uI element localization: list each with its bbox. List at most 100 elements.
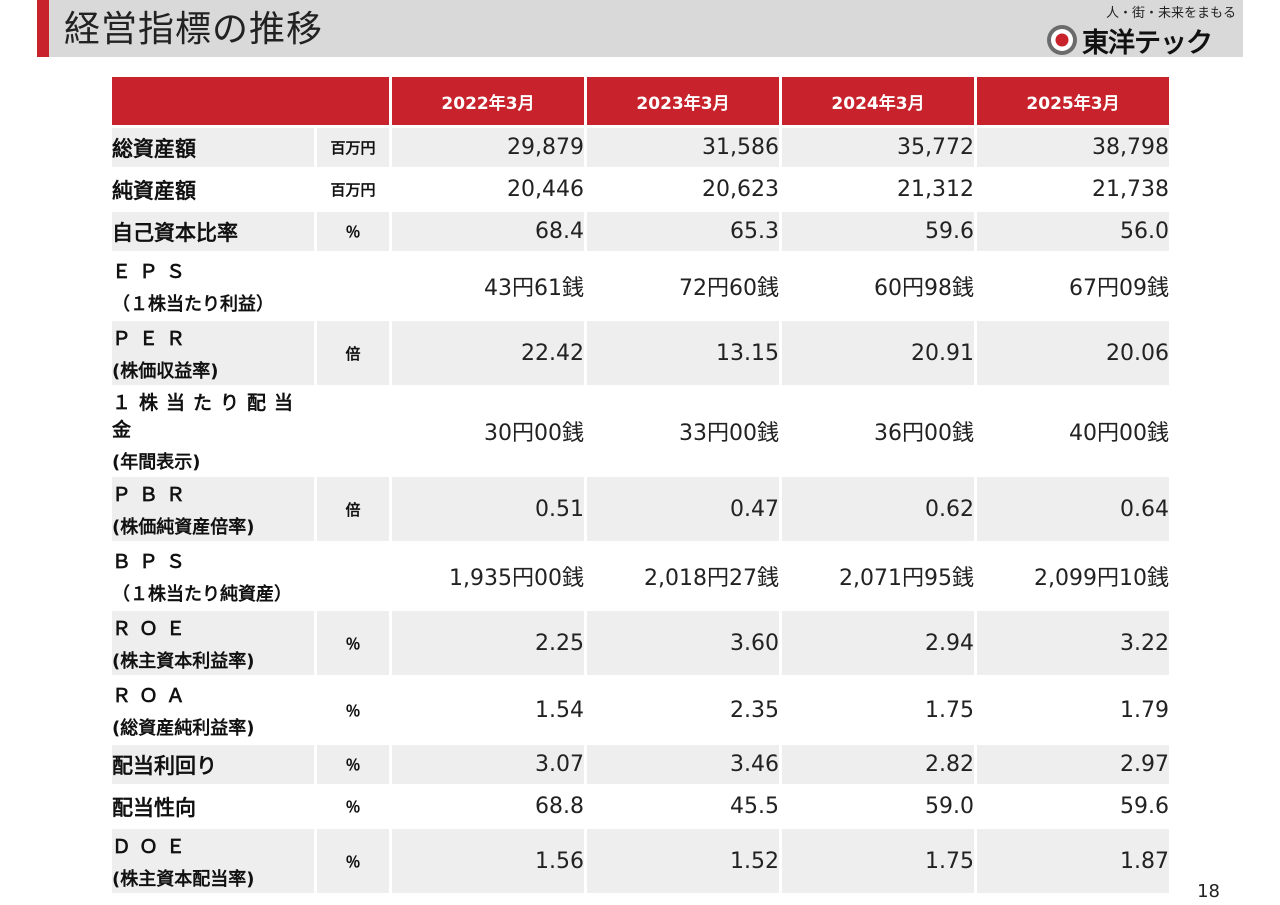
metric-name: １株当たり配当金 (年間表示) — [112, 388, 314, 474]
metric-name-main: ＤＯＥ — [112, 835, 194, 858]
metric-name-main: 純資産額 — [112, 178, 196, 203]
metric-value: 30円00銭 — [392, 388, 584, 474]
metric-name-sub: (株主資本利益率) — [112, 650, 255, 672]
metric-value: 36円00銭 — [782, 388, 974, 474]
metric-name-main: 配当性向 — [112, 795, 196, 820]
metric-value: 2,018円27銭 — [587, 544, 779, 608]
header-year: 2023年3月 — [587, 77, 779, 125]
metric-value: 1.75 — [782, 678, 974, 742]
metric-name: 自己資本比率 — [112, 212, 314, 251]
metric-value: 72円60銭 — [587, 254, 779, 318]
metric-value: 1,935円00銭 — [392, 544, 584, 608]
metric-value: 38,798 — [977, 128, 1169, 167]
metric-value: 56.0 — [977, 212, 1169, 251]
metric-name-main: １株当たり配当金 — [112, 392, 302, 441]
table-row: 配当性向 ％ 68.8 45.5 59.0 59.6 — [112, 787, 1169, 826]
metric-value: 20.91 — [782, 321, 974, 385]
header-blank-cell — [112, 77, 389, 125]
page-title: 経営指標の推移 — [64, 9, 324, 50]
metric-value: 2.97 — [977, 745, 1169, 784]
metric-name: 配当性向 — [112, 787, 314, 826]
table-row: ＤＯＥ (株主資本配当率) ％ 1.56 1.52 1.75 1.87 — [112, 829, 1169, 893]
metric-name-main: ＰＢＲ — [112, 483, 194, 506]
metric-value: 20,446 — [392, 170, 584, 209]
metric-unit: ％ — [317, 829, 389, 893]
metric-name-sub: （１株当たり純資産） — [112, 583, 292, 605]
metric-value: 59.6 — [782, 212, 974, 251]
metric-unit: 倍 — [317, 321, 389, 385]
metric-unit: ％ — [317, 745, 389, 784]
metric-value: 2.25 — [392, 611, 584, 675]
metric-name-main: ＢＰＳ — [112, 550, 194, 573]
metric-value: 40円00銭 — [977, 388, 1169, 474]
metric-name-main: 配当利回り — [112, 753, 217, 778]
metric-value: 2,071円95銭 — [782, 544, 974, 608]
metric-unit — [317, 388, 389, 474]
metric-name: ＤＯＥ (株主資本配当率) — [112, 829, 314, 893]
kpi-table: 2022年3月 2023年3月 2024年3月 2025年3月 総資産額 百万円 2… — [109, 74, 1172, 896]
metric-value: 1.56 — [392, 829, 584, 893]
metric-name: ＰＢＲ (株価純資産倍率) — [112, 477, 314, 541]
metric-name-sub: (株価純資産倍率) — [112, 516, 255, 538]
metric-value: 43円61銭 — [392, 254, 584, 318]
table-row: 純資産額 百万円 20,446 20,623 21,312 21,738 — [112, 170, 1169, 209]
metric-unit — [317, 254, 389, 318]
metric-name: ＲＯＥ (株主資本利益率) — [112, 611, 314, 675]
metric-value: 1.87 — [977, 829, 1169, 893]
metric-unit: 百万円 — [317, 170, 389, 209]
metric-value: 59.6 — [977, 787, 1169, 826]
metric-value: 2.82 — [782, 745, 974, 784]
metric-name: 配当利回り — [112, 745, 314, 784]
metric-value: 68.4 — [392, 212, 584, 251]
metric-value: 20,623 — [587, 170, 779, 209]
metric-unit: ％ — [317, 611, 389, 675]
company-name: 東洋テック — [1082, 28, 1213, 59]
metric-unit: ％ — [317, 787, 389, 826]
metric-value: 20.06 — [977, 321, 1169, 385]
metric-name-sub: (株主資本配当率) — [112, 868, 255, 890]
metric-name-main: ＥＰＳ — [112, 260, 194, 283]
table-row: ＲＯＡ (総資産純利益率) ％ 1.54 2.35 1.75 1.79 — [112, 678, 1169, 742]
table-row: ＢＰＳ （１株当たり純資産） 1,935円00銭 2,018円27銭 2,071円95銭… — [112, 544, 1169, 608]
metric-value: 1.75 — [782, 829, 974, 893]
metric-name-sub: (総資産純利益率) — [112, 717, 255, 739]
metric-value: 3.22 — [977, 611, 1169, 675]
metric-value: 2,099円10銭 — [977, 544, 1169, 608]
metric-value: 22.42 — [392, 321, 584, 385]
metric-value: 33円00銭 — [587, 388, 779, 474]
metric-value: 45.5 — [587, 787, 779, 826]
metric-name: ＥＰＳ （１株当たり利益） — [112, 254, 314, 318]
metric-value: 3.07 — [392, 745, 584, 784]
metric-name: ＰＥＲ (株価収益率) — [112, 321, 314, 385]
metric-value: 1.54 — [392, 678, 584, 742]
metric-value: 2.94 — [782, 611, 974, 675]
metric-name-main: ＲＯＥ — [112, 617, 194, 640]
metric-value: 60円98銭 — [782, 254, 974, 318]
table-row: ＲＯＥ (株主資本利益率) ％ 2.25 3.60 2.94 3.22 — [112, 611, 1169, 675]
metric-name: 純資産額 — [112, 170, 314, 209]
metric-value: 13.15 — [587, 321, 779, 385]
metric-name-main: ＲＯＡ — [112, 684, 194, 707]
metric-name-main: 自己資本比率 — [112, 220, 238, 245]
metric-value: 0.47 — [587, 477, 779, 541]
page-number: 18 — [1197, 881, 1220, 902]
metric-value: 3.60 — [587, 611, 779, 675]
table-header-row: 2022年3月 2023年3月 2024年3月 2025年3月 — [112, 77, 1169, 125]
table-row: 配当利回り ％ 3.07 3.46 2.82 2.97 — [112, 745, 1169, 784]
table-row: ＥＰＳ （１株当たり利益） 43円61銭 72円60銭 60円98銭 67円09銭 — [112, 254, 1169, 318]
metric-value: 59.0 — [782, 787, 974, 826]
metric-value: 0.51 — [392, 477, 584, 541]
metric-value: 1.52 — [587, 829, 779, 893]
table-row: １株当たり配当金 (年間表示) 30円00銭 33円00銭 36円00銭 40円00銭 — [112, 388, 1169, 474]
metric-name: ＢＰＳ （１株当たり純資産） — [112, 544, 314, 608]
metric-name-sub: (株価収益率) — [112, 360, 219, 382]
metric-value: 21,738 — [977, 170, 1169, 209]
metric-name-sub: （１株当たり利益） — [112, 293, 274, 315]
metric-unit: ％ — [317, 212, 389, 251]
metric-unit — [317, 544, 389, 608]
metric-value: 3.46 — [587, 745, 779, 784]
metric-value: 0.64 — [977, 477, 1169, 541]
table-row: ＰＢＲ (株価純資産倍率) 倍 0.51 0.47 0.62 0.64 — [112, 477, 1169, 541]
metric-value: 31,586 — [587, 128, 779, 167]
header-year: 2022年3月 — [392, 77, 584, 125]
